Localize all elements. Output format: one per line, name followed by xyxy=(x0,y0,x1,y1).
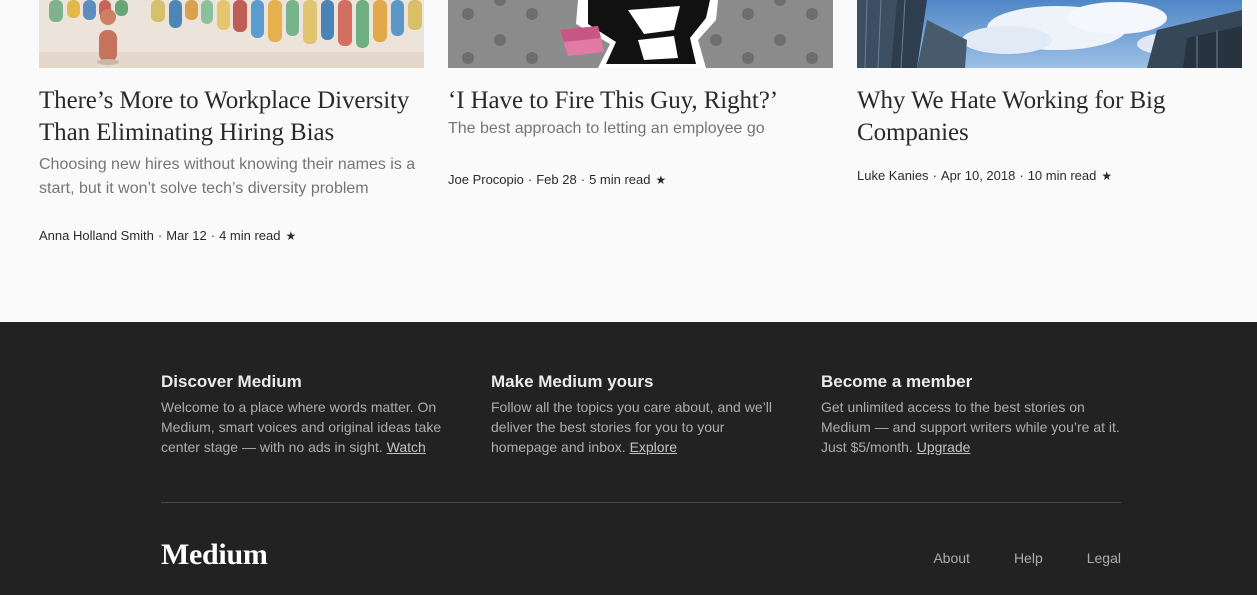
separator: · xyxy=(1019,168,1024,183)
explore-link[interactable]: Explore xyxy=(630,439,677,455)
footer-divider xyxy=(161,502,1121,503)
article-subtitle[interactable]: Choosing new hires without knowing their… xyxy=(39,153,424,201)
article-title[interactable]: Why We Hate Working for Big Companies xyxy=(857,85,1242,149)
publish-date[interactable]: Apr 10, 2018 xyxy=(941,168,1015,183)
article-title[interactable]: There’s More to Workplace Diversity Than… xyxy=(39,85,424,149)
article-meta: Luke Kanies · Apr 10, 2018 · 10 min read ★ xyxy=(857,167,1112,185)
promo-text: Welcome to a place where words matter. O… xyxy=(161,397,461,457)
article-thumbnail[interactable] xyxy=(448,0,833,68)
separator: · xyxy=(157,228,163,243)
article-meta: Anna Holland Smith · Mar 12 · 4 min read ★ xyxy=(39,227,296,245)
site-footer: Discover Medium Welcome to a place where… xyxy=(0,322,1257,595)
promo-discover: Discover Medium Welcome to a place where… xyxy=(161,371,461,457)
about-link[interactable]: About xyxy=(933,549,970,567)
article-thumbnail[interactable] xyxy=(39,0,424,68)
help-link[interactable]: Help xyxy=(1014,549,1043,567)
article-subtitle[interactable]: The best approach to letting an employee… xyxy=(448,117,833,141)
watch-link[interactable]: Watch xyxy=(387,439,426,455)
article-card[interactable]: ‘I Have to Fire This Guy, Right?’ The be… xyxy=(448,0,833,187)
member-star-icon: ★ xyxy=(1101,169,1113,183)
read-time: 5 min read xyxy=(589,172,651,187)
promo-text: Follow all the topics you care about, an… xyxy=(491,397,791,457)
member-star-icon: ★ xyxy=(655,173,667,187)
article-title[interactable]: ‘I Have to Fire This Guy, Right?’ xyxy=(448,85,833,117)
read-time: 10 min read xyxy=(1027,168,1097,183)
article-card[interactable]: There’s More to Workplace Diversity Than… xyxy=(39,0,424,243)
separator: · xyxy=(210,228,216,243)
author-name[interactable]: Joe Procopio xyxy=(448,172,524,187)
member-star-icon: ★ xyxy=(285,229,297,243)
promo-title: Make Medium yours xyxy=(491,372,654,391)
article-cards: There’s More to Workplace Diversity Than… xyxy=(0,0,1257,322)
publish-date[interactable]: Feb 28 xyxy=(536,172,576,187)
footer-nav: About Help Legal xyxy=(889,549,1121,567)
upgrade-link[interactable]: Upgrade xyxy=(917,439,971,455)
promo-membership: Become a member Get unlimited access to … xyxy=(821,371,1121,457)
article-meta: Joe Procopio · Feb 28 · 5 min read ★ xyxy=(448,171,666,189)
separator: · xyxy=(932,168,937,183)
read-time: 4 min read xyxy=(219,228,281,243)
article-card[interactable]: Why We Hate Working for Big Companies Lu… xyxy=(857,0,1242,183)
publish-date[interactable]: Mar 12 xyxy=(166,228,206,243)
separator: · xyxy=(527,172,533,187)
medium-logo[interactable]: Medium xyxy=(161,537,268,573)
promo-text: Get unlimited access to the best stories… xyxy=(821,397,1121,457)
promo-title: Become a member xyxy=(821,372,973,391)
author-name[interactable]: Anna Holland Smith xyxy=(39,228,154,243)
separator: · xyxy=(580,172,586,187)
article-thumbnail[interactable] xyxy=(857,0,1242,68)
promo-make-yours: Make Medium yours Follow all the topics … xyxy=(491,371,791,457)
legal-link[interactable]: Legal xyxy=(1087,549,1121,567)
promo-title: Discover Medium xyxy=(161,372,302,391)
author-name[interactable]: Luke Kanies xyxy=(857,168,929,183)
